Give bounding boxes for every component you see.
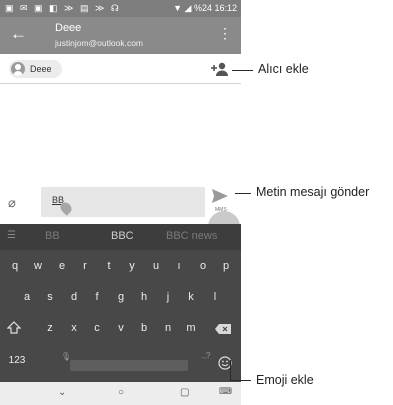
keyboard-menu-icon[interactable]: ☰: [7, 230, 16, 241]
signal-icon: ◢: [184, 3, 192, 13]
key-a[interactable]: a: [17, 291, 37, 303]
key-y[interactable]: y: [122, 260, 142, 272]
battery-text: %24: [193, 3, 212, 13]
callout-line-emoji-vertical: [230, 360, 231, 381]
key-s[interactable]: s: [40, 291, 60, 303]
key-r[interactable]: r: [75, 260, 95, 272]
punctuation-key[interactable]: .,?: [196, 351, 216, 360]
space-bar[interactable]: [70, 360, 188, 371]
callout-add-emoji: Emoji ekle: [256, 373, 314, 387]
send-button[interactable]: MMS: [212, 189, 228, 213]
key-c[interactable]: c: [87, 322, 107, 334]
key-m[interactable]: m: [181, 322, 201, 334]
key-d[interactable]: d: [64, 291, 84, 303]
key-k[interactable]: k: [181, 291, 201, 303]
nav-home-icon[interactable]: ○: [118, 387, 124, 398]
key-p[interactable]: p: [216, 260, 236, 272]
key-z[interactable]: z: [40, 322, 60, 334]
backspace-icon[interactable]: [215, 324, 231, 334]
key-j[interactable]: j: [158, 291, 178, 303]
nav-back-icon[interactable]: ⌄: [58, 387, 66, 398]
callout-line-add-recipient: [232, 70, 253, 71]
contact-email: justinjom@outlook.com: [55, 38, 143, 48]
key-w[interactable]: w: [28, 260, 48, 272]
phone-screen: ▣ ✉ ▣ ◧ ≫ ▤ ≫ ☊ ▼ ◢ %24 16:12 ← Deee jus…: [0, 0, 241, 405]
key-n[interactable]: n: [158, 322, 178, 334]
navigation-bar: ⌄ ○ ▢ ⌨: [0, 382, 241, 405]
key-dotless-i[interactable]: ı: [169, 260, 189, 272]
callout-add-recipient: Alıcı ekle: [258, 62, 309, 76]
add-person-icon[interactable]: [211, 61, 229, 77]
key-g[interactable]: g: [111, 291, 131, 303]
status-bar: ▣ ✉ ▣ ◧ ≫ ▤ ≫ ☊ ▼ ◢ %24 16:12: [0, 0, 241, 17]
callout-send-message: Metin mesajı gönder: [256, 185, 370, 199]
key-h[interactable]: h: [134, 291, 154, 303]
key-f[interactable]: f: [87, 291, 107, 303]
contact-name: Deee: [55, 22, 82, 34]
attachment-icon[interactable]: ⌀: [8, 195, 16, 211]
keyboard-switch-icon[interactable]: ⌨: [219, 386, 232, 397]
key-l[interactable]: l: [205, 291, 225, 303]
recipient-chip-label: Deee: [30, 64, 52, 74]
suggestion-strip: ☰ BB BBC BBC news: [0, 224, 241, 250]
suggestion-item[interactable]: BBC: [111, 230, 134, 242]
nav-recents-icon[interactable]: ▢: [180, 387, 189, 398]
key-v[interactable]: v: [111, 322, 131, 334]
key-t[interactable]: t: [99, 260, 119, 272]
clock: 16:12: [214, 3, 237, 13]
notification-icons: ▣ ✉ ▣ ◧ ≫ ▤ ≫ ☊: [5, 3, 121, 13]
key-o[interactable]: o: [193, 260, 213, 272]
app-bar: ← Deee justinjom@outlook.com ⋮: [0, 17, 241, 54]
callout-line-emoji: [230, 380, 251, 381]
recipient-row: Deee: [0, 56, 241, 84]
key-q[interactable]: q: [5, 260, 25, 272]
wifi-icon: ▼: [173, 3, 182, 13]
key-e[interactable]: e: [52, 260, 72, 272]
back-arrow-icon[interactable]: ←: [10, 24, 27, 44]
symbols-key[interactable]: 123: [2, 355, 32, 366]
callout-line-send: [235, 193, 251, 194]
compose-bar: ⌀ BB MMS: [0, 180, 241, 224]
suggestion-item[interactable]: BB: [45, 230, 60, 242]
key-b[interactable]: b: [134, 322, 154, 334]
suggestion-item[interactable]: BBC news: [166, 230, 217, 242]
key-u[interactable]: u: [146, 260, 166, 272]
key-x[interactable]: x: [64, 322, 84, 334]
shift-icon[interactable]: [7, 321, 21, 334]
keyboard: ☰ BB BBC BBC news q w e r t y u ı o p a …: [0, 224, 241, 405]
send-icon: [212, 189, 228, 203]
more-options-icon[interactable]: ⋮: [218, 26, 232, 40]
recipient-chip[interactable]: Deee: [9, 60, 62, 78]
avatar-icon: [11, 62, 25, 76]
status-right: ▼ ◢ %24 16:12: [173, 3, 237, 14]
